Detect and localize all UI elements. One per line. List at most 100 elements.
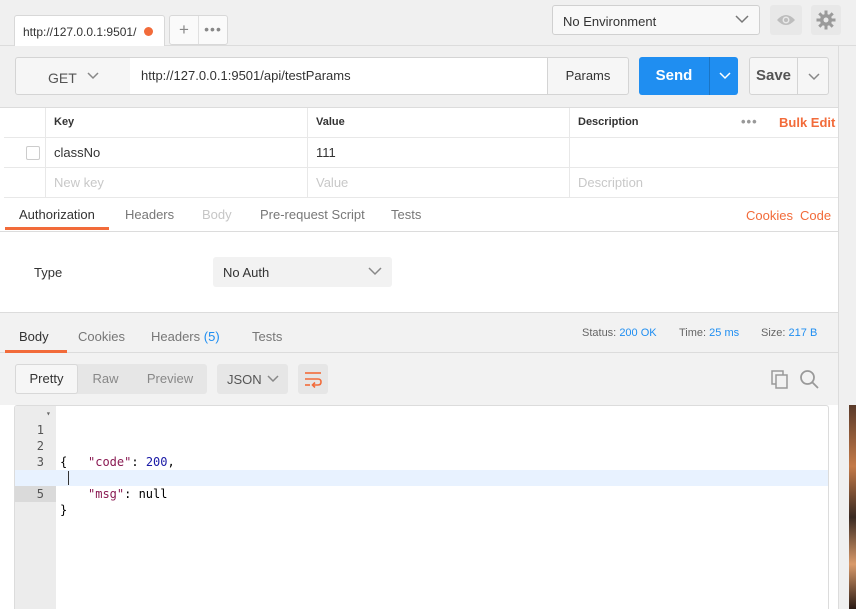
copy-icon[interactable] (770, 369, 790, 389)
send-options-button[interactable] (709, 57, 738, 95)
chevron-down-icon (368, 267, 382, 276)
request-tabs: Authorization Headers Body Pre-request S… (0, 198, 856, 232)
code-line: 2 "code": 200, (15, 422, 828, 469)
param-description-field[interactable] (569, 138, 840, 167)
request-bar: GET http://127.0.0.1:9501/api/testParams… (0, 46, 856, 108)
auth-type-select[interactable]: No Auth (213, 257, 392, 287)
chevron-down-icon (735, 15, 749, 24)
tab-response-body[interactable]: Body (19, 329, 49, 344)
response-tabs: Body Cookies Headers (5) Tests Status: 2… (0, 312, 838, 353)
cookies-link[interactable]: Cookies (746, 208, 793, 223)
time-value: 25 ms (709, 327, 740, 339)
wrap-lines-button[interactable] (298, 364, 328, 394)
params-table: Key Value Description ••• Bulk Edit clas… (0, 108, 856, 198)
chevron-down-icon (719, 72, 731, 80)
tab-headers[interactable]: Headers (125, 207, 174, 222)
fold-arrow-icon[interactable]: ▾ (46, 406, 51, 422)
tab-bar: http://127.0.0.1:9501/ + ••• No Environm… (0, 0, 856, 46)
wrap-lines-icon (305, 372, 322, 388)
header-key: Key (45, 108, 307, 137)
save-button[interactable]: Save (749, 57, 798, 95)
gear-icon (816, 10, 836, 30)
send-button[interactable]: Send (639, 57, 709, 95)
code-line: 4 "msg": null (15, 454, 828, 501)
new-key-field[interactable]: New key (45, 168, 307, 197)
header-cell-select (4, 108, 45, 137)
unsaved-indicator-icon (144, 27, 153, 36)
chevron-down-icon (808, 73, 820, 81)
format-preview-button[interactable]: Preview (133, 364, 207, 394)
authorization-panel: Type No Auth (5, 232, 838, 312)
param-value-field[interactable]: 111 (307, 138, 569, 167)
chevron-down-icon (87, 72, 99, 80)
environment-select-label: No Environment (563, 14, 657, 29)
tab-authorization[interactable]: Authorization (19, 207, 95, 222)
size-label: Size: (761, 327, 786, 339)
size-readout: Size: 217 B (761, 327, 817, 339)
auth-type-label: Type (34, 265, 63, 280)
status-label: Status: (582, 327, 617, 339)
new-description-field[interactable]: Description (569, 168, 840, 197)
status-value: 200 OK (619, 327, 657, 339)
tab-response-cookies[interactable]: Cookies (78, 329, 125, 344)
auth-type-select-label: No Auth (223, 265, 270, 280)
eye-icon (777, 15, 795, 25)
settings-button[interactable] (811, 5, 841, 35)
response-toolbar: Pretty Raw Preview JSON (0, 353, 838, 405)
background-desktop-image (849, 405, 856, 609)
code-link[interactable]: Code (800, 208, 831, 223)
code-line: 3 "result": [], (15, 438, 828, 485)
json-value: null (138, 487, 168, 501)
params-button[interactable]: Params (547, 57, 629, 95)
row-select-cell (4, 168, 45, 197)
tab-response-headers[interactable]: Headers (5) (151, 329, 220, 344)
request-tab[interactable]: http://127.0.0.1:9501/ (14, 15, 165, 46)
code-line-active: 5 } (15, 470, 828, 517)
environment-quick-look-button[interactable] (770, 5, 802, 35)
time-label: Time: (679, 327, 707, 339)
tab-actions: + ••• (169, 15, 228, 45)
param-key-field[interactable]: classNo (45, 138, 307, 167)
header-description-label: Description (578, 116, 639, 128)
new-value-field[interactable]: Value (307, 168, 569, 197)
header-value: Value (307, 108, 569, 137)
tab-more-button[interactable]: ••• (199, 16, 227, 44)
response-headers-label: Headers (151, 329, 201, 344)
url-input[interactable]: http://127.0.0.1:9501/api/testParams (130, 57, 548, 95)
json-key: "msg" (88, 487, 125, 501)
bulk-edit-link[interactable]: Bulk Edit (779, 108, 835, 137)
language-select[interactable]: JSON (217, 364, 288, 394)
chevron-down-icon (267, 375, 279, 383)
method-select-label: GET (48, 70, 77, 86)
params-header-row: Key Value Description ••• Bulk Edit (4, 108, 840, 138)
table-row-new: New key Value Description (4, 168, 840, 198)
tab-tests[interactable]: Tests (391, 207, 421, 222)
table-row: classNo 111 (4, 138, 840, 168)
response-headers-count: (5) (203, 329, 220, 344)
new-tab-button[interactable]: + (170, 16, 199, 44)
environment-select[interactable]: No Environment (552, 5, 760, 35)
line-number: 5 (15, 486, 56, 502)
active-tab-indicator (5, 227, 109, 230)
json-separator: : (124, 487, 139, 501)
response-body-editor[interactable]: 1 ▾ { 2 "code": 200, 3 "result": [], 4 "… (14, 405, 829, 609)
tab-body[interactable]: Body (202, 207, 232, 222)
code-line: 1 ▾ { (15, 406, 828, 469)
request-tab-label: http://127.0.0.1:9501/ (23, 25, 137, 39)
tab-pre-request-script[interactable]: Pre-request Script (260, 207, 365, 222)
status-readout: Status: 200 OK (582, 327, 657, 339)
language-select-label: JSON (227, 372, 262, 387)
method-select[interactable]: GET (15, 57, 131, 95)
code-text: } (60, 503, 68, 517)
params-more-button[interactable]: ••• (741, 115, 758, 128)
param-enabled-checkbox[interactable] (26, 146, 40, 160)
time-readout: Time: 25 ms (679, 327, 739, 339)
save-options-button[interactable] (797, 57, 829, 95)
size-value: 217 B (788, 327, 818, 339)
format-raw-button[interactable]: Raw (78, 364, 133, 394)
code-text: "msg": null (88, 486, 167, 502)
tab-response-tests[interactable]: Tests (252, 329, 282, 344)
search-icon[interactable] (799, 369, 819, 389)
header-description: Description ••• Bulk Edit (569, 108, 840, 137)
format-pretty-button[interactable]: Pretty (15, 364, 78, 394)
